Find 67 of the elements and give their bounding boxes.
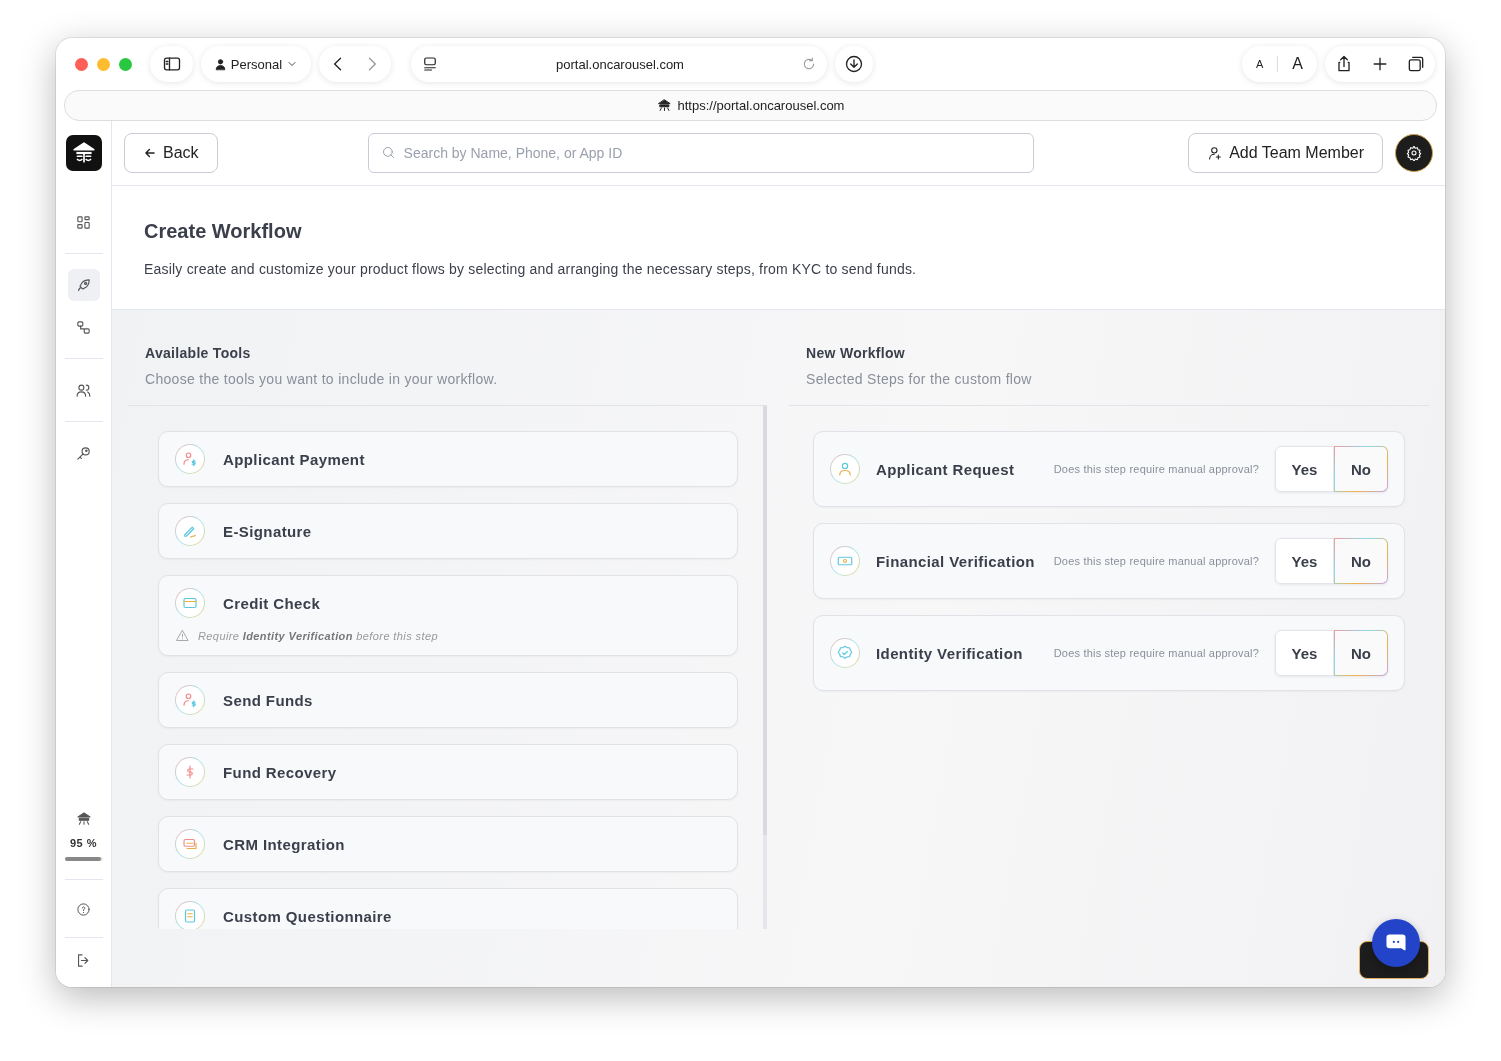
carousel-logo-icon: [75, 811, 92, 827]
dashboard-icon: [75, 213, 92, 231]
tool-name: CRM Integration: [223, 835, 345, 853]
person-dollar-icon: [181, 691, 199, 709]
approval-option[interactable]: Yes: [1275, 538, 1334, 584]
requirement-note: Require Identity Verification before this step: [198, 629, 438, 642]
download-icon[interactable]: [844, 54, 864, 74]
tool-card[interactable]: Applicant Payment: [158, 431, 738, 487]
settings-button[interactable]: [1395, 134, 1433, 172]
approval-option[interactable]: No: [1334, 630, 1388, 676]
page-title: Create Workflow: [144, 220, 303, 243]
arrow-left-icon: [143, 146, 157, 160]
approval-question: Does this step require manual approval?: [1053, 647, 1259, 659]
section-subtitle: Selected Steps for the custom flow: [806, 371, 1033, 387]
add-team-member-button[interactable]: Add Team Member: [1188, 133, 1383, 173]
tool-name: E-Signature: [223, 522, 312, 540]
verified-badge-icon: [836, 644, 854, 662]
section-title: New Workflow: [806, 345, 907, 361]
profile-menu[interactable]: Personal: [213, 56, 299, 72]
close-window-button[interactable]: [75, 57, 88, 71]
approval-question: Does this step require manual approval?: [1053, 463, 1259, 475]
usage-percent: 95 %: [69, 837, 98, 849]
tool-card[interactable]: Send Funds: [158, 672, 738, 728]
approval-option[interactable]: Yes: [1275, 630, 1334, 676]
page-menu-icon[interactable]: [421, 55, 439, 73]
address-text[interactable]: https://portal.oncarousel.com: [677, 98, 845, 113]
section-subtitle: Choose the tools you want to include in your workflow.: [145, 371, 499, 387]
tool-name: Custom Questionnaire: [223, 907, 392, 925]
tool-name: Applicant Payment: [223, 450, 365, 468]
back-button[interactable]: Back: [124, 133, 218, 173]
tool-name: Send Funds: [223, 691, 313, 709]
reload-icon[interactable]: [801, 56, 817, 72]
flow-icon: [75, 318, 92, 336]
site-logo-icon: [656, 98, 672, 113]
person-icon: [213, 57, 227, 71]
step-name: Financial Verification: [876, 552, 1035, 570]
user-plus-icon: [1207, 145, 1224, 161]
rocket-icon: [75, 276, 92, 294]
approval-question: Does this step require manual approval?: [1053, 555, 1259, 567]
warning-icon: [175, 628, 190, 643]
step-name: Identity Verification: [876, 644, 1023, 662]
tool-card[interactable]: CRM Integration: [158, 816, 738, 872]
approval-option[interactable]: No: [1334, 446, 1388, 492]
nav-item[interactable]: [67, 269, 100, 301]
person-dollar-icon: [181, 450, 199, 468]
tool-card[interactable]: Fund Recovery: [158, 744, 738, 800]
tool-card[interactable]: Credit Check Require Identity Verification before this step: [158, 575, 738, 656]
settings-icon: [1406, 145, 1422, 161]
section-title: Available Tools: [145, 345, 252, 361]
help-icon[interactable]: [76, 902, 91, 917]
logo-icon: [65, 135, 102, 171]
smaller-text-button[interactable]: A: [1256, 58, 1264, 70]
larger-text-button[interactable]: A: [1292, 55, 1303, 73]
tool-card[interactable]: Custom Questionnaire: [158, 888, 738, 929]
approval-option[interactable]: No: [1334, 538, 1388, 584]
tool-name: Credit Check: [223, 594, 321, 612]
page-description: Easily create and customize your product flows by selecting and arranging the necessary steps, from KYC to send funds.: [144, 261, 918, 277]
approval-option[interactable]: Yes: [1275, 446, 1334, 492]
tabs-icon[interactable]: [1406, 54, 1426, 74]
tool-card[interactable]: E-Signature: [158, 503, 738, 559]
tool-name: Fund Recovery: [223, 763, 337, 781]
person-icon: [836, 460, 854, 478]
step-name: Applicant Request: [876, 460, 1015, 478]
key-icon: [75, 444, 92, 462]
search-field[interactable]: Search by Name, Phone, or App ID: [367, 133, 1034, 173]
search-icon: [380, 145, 396, 160]
page-url: portal.oncarousel.com: [556, 56, 684, 72]
